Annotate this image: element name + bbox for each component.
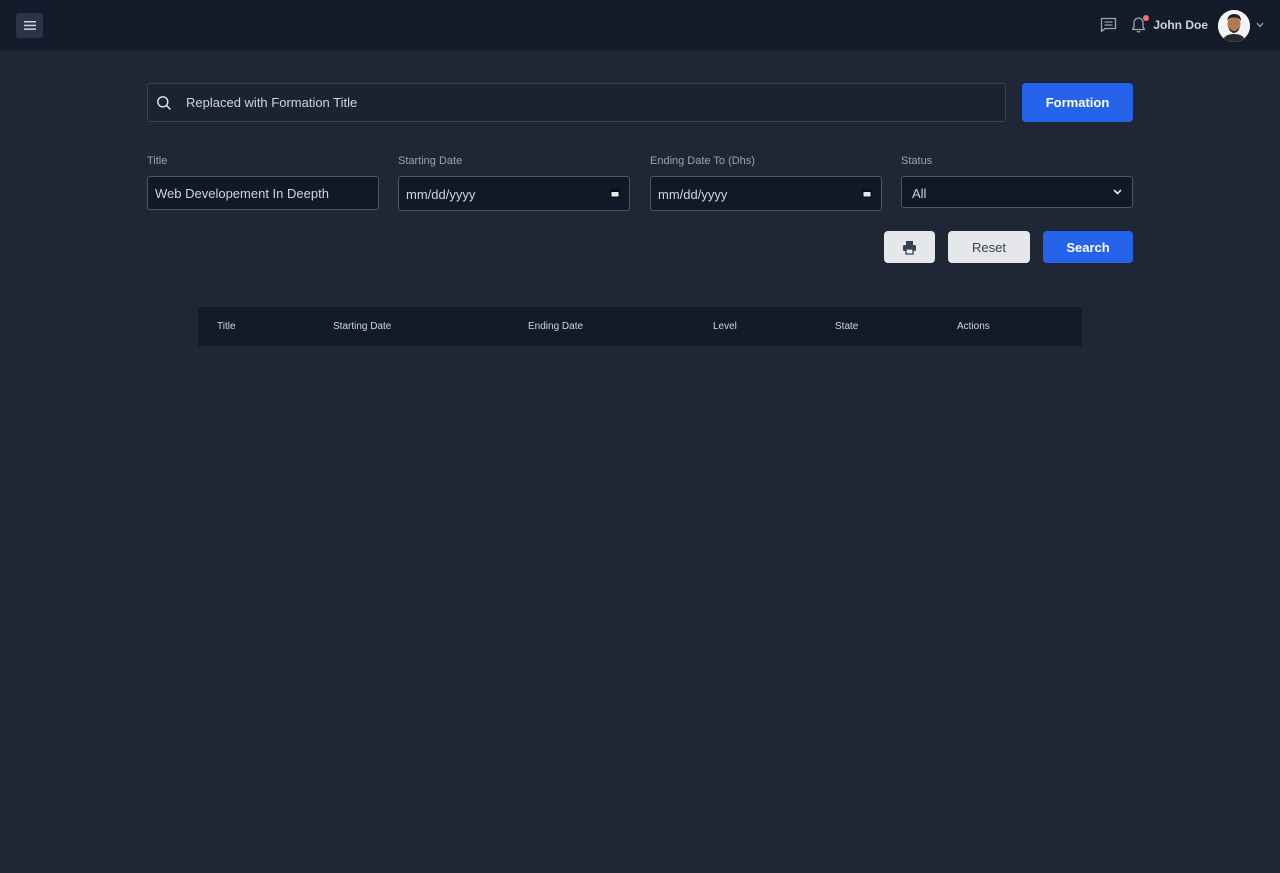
end-date-value: mm/dd/yyyy [658, 187, 728, 202]
user-avatar[interactable] [1218, 10, 1250, 42]
column-header-state[interactable]: State [835, 321, 858, 332]
avatar-image [1218, 10, 1250, 42]
column-header-actions[interactable]: Actions [957, 321, 990, 332]
notification-dot [1143, 15, 1149, 21]
printer-icon [903, 240, 916, 255]
search-button[interactable]: Search [1043, 231, 1133, 263]
status-selected-value: All [912, 186, 927, 201]
title-filter-field [147, 176, 379, 210]
formation-search-input[interactable] [186, 84, 986, 121]
end-date-label: Ending Date To (Dhs) [650, 155, 755, 167]
column-header-title[interactable]: Title [217, 321, 236, 332]
menu-toggle-button[interactable] [16, 13, 43, 38]
start-date-label: Starting Date [398, 155, 463, 167]
calendar-icon[interactable] [610, 188, 620, 198]
formation-button[interactable]: Formation [1022, 83, 1133, 122]
column-header-starting-date[interactable]: Starting Date [333, 321, 391, 332]
formation-search-bar [147, 83, 1006, 122]
calendar-icon[interactable] [862, 188, 872, 198]
start-date-value: mm/dd/yyyy [406, 187, 476, 202]
notification-button[interactable] [1131, 15, 1149, 34]
status-select[interactable]: All [901, 176, 1133, 208]
title-filter-input[interactable] [155, 177, 355, 209]
title-filter-label: Title [147, 155, 168, 167]
end-date-input[interactable]: mm/dd/yyyy [650, 176, 882, 211]
table-header: Title Starting Date Ending Date Level St… [198, 307, 1082, 346]
chevron-down-icon [1113, 189, 1122, 195]
user-name[interactable]: John Doe [1153, 18, 1208, 32]
reset-button[interactable]: Reset [948, 231, 1030, 263]
chat-icon[interactable] [1100, 17, 1117, 33]
status-label: Status [901, 155, 933, 167]
chevron-down-icon[interactable] [1256, 22, 1264, 28]
search-icon [157, 96, 171, 110]
column-header-level[interactable]: Level [713, 321, 737, 332]
column-header-ending-date[interactable]: Ending Date [528, 321, 583, 332]
start-date-input[interactable]: mm/dd/yyyy [398, 176, 630, 211]
top-navbar: John Doe [0, 0, 1280, 51]
hamburger-icon [23, 21, 36, 30]
print-button[interactable] [884, 231, 935, 263]
